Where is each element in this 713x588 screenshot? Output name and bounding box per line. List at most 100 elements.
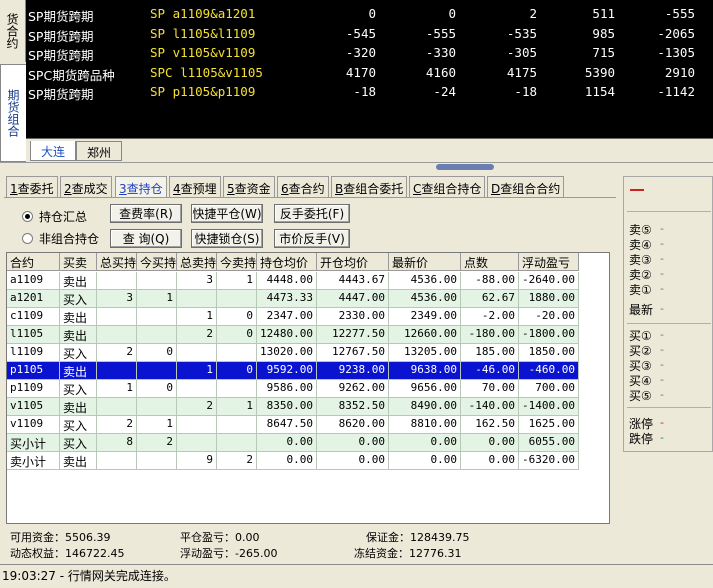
quote-value: -535 bbox=[506, 25, 537, 41]
table-cell: a1201 bbox=[7, 290, 60, 308]
vtab-contract[interactable]: 货合约 bbox=[0, 0, 26, 62]
tab-function-4[interactable]: 4查预埋 bbox=[169, 176, 221, 198]
table-cell: -46.00 bbox=[461, 362, 519, 380]
tab-function-c[interactable]: C查组合持仓 bbox=[409, 176, 486, 198]
column-header[interactable]: 合约 bbox=[7, 253, 60, 271]
column-header[interactable]: 最新价 bbox=[389, 253, 461, 271]
table-cell: 1 bbox=[217, 398, 257, 416]
column-header[interactable]: 今卖持 bbox=[217, 253, 257, 271]
table-cell: -140.00 bbox=[461, 398, 519, 416]
column-header[interactable]: 开仓均价 bbox=[317, 253, 389, 271]
fee-rate-button[interactable]: 查费率(R) bbox=[110, 204, 182, 223]
ask-3-value: - bbox=[660, 252, 664, 265]
table-row[interactable]: 买小计 买入 8 2 0.00 0.00 0.00 0.00 6055.00 bbox=[7, 434, 609, 452]
radio-position-summary[interactable]: 持仓汇总 bbox=[22, 208, 87, 225]
table-row[interactable]: v1109 买入 2 1 8647.50 8620.00 8810.00 162.50 1625… bbox=[7, 416, 609, 434]
table-cell: 1 bbox=[97, 380, 137, 398]
table-cell: 162.50 bbox=[461, 416, 519, 434]
quick-close-button[interactable]: 快捷平仓(W) bbox=[191, 204, 263, 223]
column-header[interactable]: 今买持 bbox=[137, 253, 177, 271]
table-cell: 2 bbox=[97, 344, 137, 362]
exchange-tab-bar: 大连 郑州 bbox=[26, 138, 713, 162]
quote-name: SP期货跨期 bbox=[28, 48, 94, 63]
quote-row[interactable]: SP期货跨期 SP v1105&v1109 -320 -330 -305 715 -1305 bbox=[26, 45, 713, 64]
tab-function-5[interactable]: 5查资金 bbox=[223, 176, 275, 198]
table-cell: 卖出 bbox=[60, 308, 97, 326]
column-header[interactable]: 点数 bbox=[461, 253, 519, 271]
table-cell bbox=[137, 308, 177, 326]
table-row[interactable]: a1201 买入 3 1 4473.33 4447.00 4536.00 62.67 1880.… bbox=[7, 290, 609, 308]
table-cell: 0 bbox=[137, 344, 177, 362]
tab-label: 查组合委托 bbox=[343, 182, 404, 196]
quick-lock-button[interactable]: 快捷锁仓(S) bbox=[191, 229, 263, 248]
panel-splitter[interactable] bbox=[0, 162, 713, 170]
quote-value: -1142 bbox=[657, 84, 695, 99]
table-cell: 13205.00 bbox=[389, 344, 461, 362]
quote-row[interactable]: SP期货跨期 SP l1105&l1109 -545 -555 -535 985 -2065 bbox=[26, 26, 713, 45]
table-cell: -180.00 bbox=[461, 326, 519, 344]
quote-value: -555 bbox=[425, 25, 456, 41]
table-cell bbox=[217, 434, 257, 452]
radio-button[interactable] bbox=[22, 211, 33, 222]
radio-button[interactable] bbox=[22, 233, 33, 244]
table-row[interactable]: p1109 买入 1 0 9586.00 9262.00 9656.00 70.00 700.0… bbox=[7, 380, 609, 398]
table-cell: c1109 bbox=[7, 308, 60, 326]
quote-row[interactable]: SP期货跨期 SP a1109&a1201 0 0 2 511 -555 bbox=[26, 6, 713, 25]
table-cell: 买小计 bbox=[7, 434, 60, 452]
column-header[interactable]: 持仓均价 bbox=[257, 253, 317, 271]
table-cell: 1625.00 bbox=[519, 416, 579, 434]
table-row[interactable]: 卖小计 卖出 9 2 0.00 0.00 0.00 0.00 -6320.00 bbox=[7, 452, 609, 470]
tab-label: 查成交 bbox=[71, 182, 108, 196]
table-cell bbox=[177, 344, 217, 362]
price-indicator bbox=[630, 189, 644, 191]
table-cell: 8620.00 bbox=[317, 416, 389, 434]
table-row[interactable]: a1109 卖出 3 1 4448.00 4443.67 4536.00 -88.00 -264… bbox=[7, 272, 609, 290]
quote-value: -305 bbox=[506, 45, 537, 60]
tab-function-b[interactable]: B查组合委托 bbox=[331, 176, 408, 198]
table-cell: 12767.50 bbox=[317, 344, 389, 362]
quote-value: 985 bbox=[592, 25, 615, 41]
tab-function-6[interactable]: 6查合约 bbox=[277, 176, 329, 198]
column-header[interactable]: 总买持 bbox=[97, 253, 137, 271]
table-cell: -2640.00 bbox=[519, 272, 579, 290]
table-row[interactable]: c1109 卖出 1 0 2347.00 2330.00 2349.00 -2.00 -20.0… bbox=[7, 308, 609, 326]
table-row[interactable]: p1105 卖出 1 0 9592.00 9238.00 9638.00 -46.00 -460… bbox=[7, 362, 609, 380]
table-cell bbox=[97, 398, 137, 416]
tab-zhengzhou[interactable]: 郑州 bbox=[76, 141, 123, 161]
tab-dalian[interactable]: 大连 bbox=[30, 141, 77, 161]
quote-code: SP p1105&p1109 bbox=[150, 84, 256, 99]
float-pnl: 浮动盈亏：-265.00 bbox=[180, 547, 278, 560]
quote-row[interactable]: SP期货跨期 SP p1105&p1109 -18 -24 -18 1154 -1142 bbox=[26, 84, 713, 103]
table-cell: 1 bbox=[137, 416, 177, 434]
vtab-futures-combo[interactable]: 期货组合 bbox=[0, 64, 26, 162]
table-cell: 2 bbox=[97, 416, 137, 434]
column-header[interactable]: 浮动盈亏 bbox=[519, 253, 579, 271]
column-header[interactable]: 买卖 bbox=[60, 253, 97, 271]
market-reverse-button[interactable]: 市价反手(V) bbox=[274, 229, 350, 248]
table-row[interactable]: l1105 卖出 2 0 12480.00 12277.50 12660.00 -180.00… bbox=[7, 326, 609, 344]
splitter-grip[interactable] bbox=[436, 164, 494, 170]
table-row[interactable]: v1105 卖出 2 1 8350.00 8352.50 8490.00 -140.00 -14… bbox=[7, 398, 609, 416]
ask-5-value: - bbox=[660, 222, 664, 235]
ask-4-value: - bbox=[660, 237, 664, 250]
column-header[interactable]: 总卖持 bbox=[177, 253, 217, 271]
tab-function-3[interactable]: 3查持仓 bbox=[115, 176, 167, 198]
tab-function-2[interactable]: 2查成交 bbox=[60, 176, 112, 198]
table-cell: -20.00 bbox=[519, 308, 579, 326]
table-cell bbox=[97, 452, 137, 470]
radio-non-combo-position[interactable]: 非组合持仓 bbox=[22, 230, 99, 247]
latest-price-label: 最新 bbox=[629, 303, 654, 317]
vertical-tab-strip: 货合约 期货组合 bbox=[0, 0, 26, 164]
ask-1-value: - bbox=[660, 282, 664, 295]
tab-function-1[interactable]: 1查委托 bbox=[6, 176, 58, 198]
table-cell: 1850.00 bbox=[519, 344, 579, 362]
query-button[interactable]: 查 询(Q) bbox=[110, 229, 182, 248]
quote-row[interactable]: SPC期货跨品种 SPC l1105&v1105 4170 4160 4175 5390 2… bbox=[26, 65, 713, 84]
table-cell: 1 bbox=[137, 290, 177, 308]
dynamic-equity: 动态权益：146722.45 bbox=[10, 547, 125, 560]
table-cell: 卖出 bbox=[60, 272, 97, 290]
reverse-order-button[interactable]: 反手委托(F) bbox=[274, 204, 350, 223]
ask-1-label: 卖① bbox=[629, 283, 652, 297]
tab-function-d[interactable]: D查组合合约 bbox=[487, 176, 565, 198]
table-row[interactable]: l1109 买入 2 0 13020.00 12767.50 13205.00 185.00 1… bbox=[7, 344, 609, 362]
